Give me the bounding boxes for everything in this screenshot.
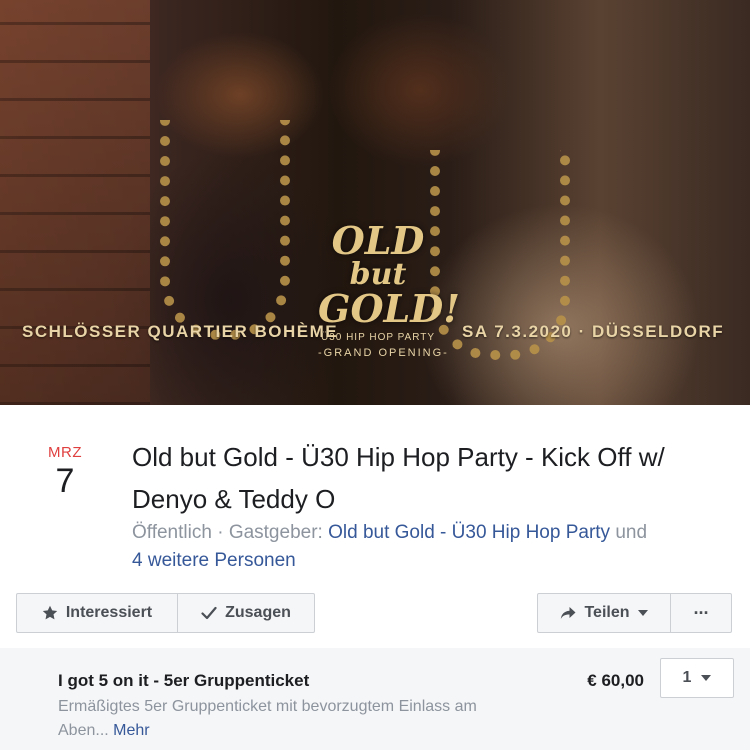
cover-venue-text: SCHLÖSSER QUARTIER BOHÈME	[22, 322, 339, 341]
event-date: MRZ 7	[28, 444, 102, 501]
share-button[interactable]: Teilen	[537, 593, 671, 633]
logo-grand-opening: -GRAND OPENING-	[318, 347, 449, 359]
interested-button[interactable]: Interessiert	[16, 593, 178, 633]
cover-date-text: SA 7.3.2020 · DÜSSELDORF	[462, 322, 725, 341]
host-label: Gastgeber:	[228, 522, 329, 543]
ticket-description-block: Ermäßigtes 5er Gruppenticket mit bevorzu…	[58, 695, 528, 743]
checkmark-icon	[201, 606, 217, 620]
going-button[interactable]: Zusagen	[177, 593, 315, 633]
logo-text-gold: GOLD!	[318, 286, 460, 331]
event-title: Old but Gold - Ü30 Hip Hop Party - Kick …	[132, 442, 665, 514]
event-date-month: MRZ	[48, 444, 82, 461]
host-link[interactable]: Old but Gold - Ü30 Hip Hop Party	[328, 522, 610, 543]
more-dots-icon: ···	[693, 602, 710, 623]
event-visibility: Öffentlich	[132, 522, 212, 543]
logo-text-old: OLD	[331, 218, 425, 263]
ticket-name: I got 5 on it - 5er Gruppenticket	[58, 671, 310, 690]
share-label: Teilen	[584, 604, 630, 621]
interested-label: Interessiert	[65, 604, 153, 621]
ticket-price: € 60,00	[587, 671, 644, 690]
going-label: Zusagen	[225, 604, 291, 621]
brick-wall-background	[0, 0, 150, 405]
and-text: und	[610, 522, 648, 543]
meta-separator: ·	[211, 522, 229, 543]
event-cover-image[interactable]: SCHLÖSSER QUARTIER BOHÈME SA 7.3.2020 · …	[0, 0, 750, 405]
share-arrow-icon	[561, 607, 576, 619]
ticket-more-link[interactable]: Mehr	[113, 722, 149, 739]
chevron-down-icon	[637, 610, 648, 616]
event-meta: Öffentlich · Gastgeber: Old but Gold - Ü…	[132, 519, 732, 575]
other-hosts-link[interactable]: 4 weitere Personen	[132, 550, 296, 571]
ticket-quantity-select[interactable]: 1	[660, 658, 734, 698]
star-icon	[42, 605, 58, 620]
more-options-button[interactable]: ···	[670, 593, 732, 633]
ticket-quantity-value: 1	[682, 669, 692, 686]
chevron-down-icon	[701, 675, 712, 681]
event-date-day: 7	[55, 462, 75, 500]
logo-subtitle: Ü30 HIP HOP PARTY	[320, 332, 436, 343]
event-logo: OLD but GOLD! Ü30 HIP HOP PARTY -GRAND O…	[318, 218, 460, 400]
gold-chain-left	[160, 120, 290, 340]
